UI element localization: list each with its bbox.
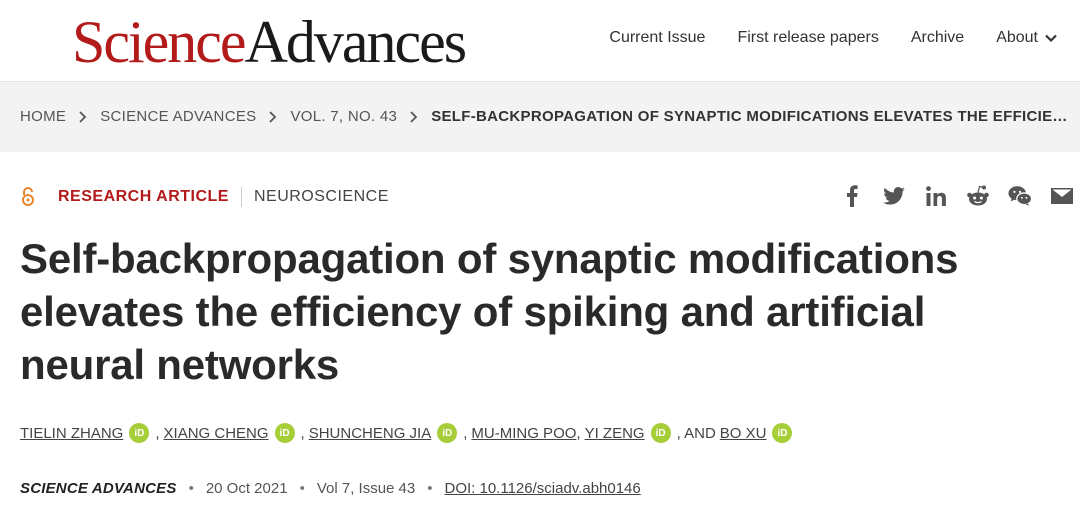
main-nav: Current Issue First release papers Archi… — [609, 29, 1058, 47]
article-subject[interactable]: NEUROSCIENCE — [254, 188, 389, 206]
author-separator: , — [463, 424, 468, 442]
author-name[interactable]: YI ZENG — [585, 425, 645, 442]
meta-separator: • — [188, 480, 194, 497]
author-name[interactable]: BO XU — [720, 425, 767, 442]
nav-about[interactable]: About — [996, 29, 1058, 47]
author-separator: , — [576, 424, 581, 442]
author-name[interactable]: TIELIN ZHANG — [20, 425, 123, 442]
nav-archive[interactable]: Archive — [911, 29, 964, 47]
author-separator: , AND — [676, 424, 716, 442]
orcid-icon[interactable]: iD — [650, 423, 671, 443]
facebook-icon[interactable] — [840, 184, 864, 208]
chevron-right-icon — [78, 110, 88, 123]
article-title: Self-backpropagation of synaptic modific… — [20, 235, 959, 388]
meta-separator: • — [299, 480, 305, 497]
linkedin-icon[interactable] — [924, 184, 948, 208]
breadcrumb-science-advances[interactable]: SCIENCE ADVANCES — [100, 108, 256, 125]
chevron-down-icon — [1045, 34, 1057, 43]
author-separator: , — [155, 424, 160, 442]
twitter-icon[interactable] — [882, 184, 906, 208]
publication-date: 20 Oct 2021 — [205, 480, 288, 497]
site-header: ScienceAdvances Current Issue First rele… — [0, 0, 1080, 82]
author-list: TIELIN ZHANG iD , XIANG CHENG iD , SHUNC… — [20, 423, 798, 443]
open-access-icon — [22, 187, 34, 206]
nav-current-issue[interactable]: Current Issue — [609, 29, 705, 47]
nav-about-label: About — [996, 29, 1038, 46]
author-name[interactable]: XIANG CHENG — [164, 425, 269, 442]
orcid-icon[interactable]: iD — [129, 423, 150, 443]
share-toolbar — [840, 184, 1074, 208]
author-name[interactable]: MU-MING POO — [471, 425, 576, 442]
email-icon[interactable] — [1050, 184, 1074, 208]
reddit-icon[interactable] — [966, 184, 990, 208]
article-type-row: RESEARCH ARTICLE NEUROSCIENCE — [20, 186, 389, 208]
doi-link[interactable]: DOI: 10.1126/sciadv.abh0146 — [445, 480, 641, 497]
meta-separator: • — [427, 480, 433, 497]
author-name[interactable]: SHUNCHENG JIA — [309, 425, 432, 442]
author-separator: , — [300, 424, 305, 442]
article-type-label[interactable]: RESEARCH ARTICLE — [58, 188, 229, 206]
journal-name[interactable]: Science Advances — [20, 480, 177, 497]
volume-issue: Vol 7, Issue 43 — [316, 480, 416, 497]
orcid-icon[interactable]: iD — [772, 423, 793, 443]
breadcrumb: HOME SCIENCE ADVANCES VOL. 7, NO. 43 SEL… — [20, 108, 1075, 125]
breadcrumb-home[interactable]: HOME — [20, 108, 66, 125]
wechat-icon[interactable] — [1008, 184, 1032, 208]
breadcrumb-bar: HOME SCIENCE ADVANCES VOL. 7, NO. 43 SEL… — [0, 82, 1080, 152]
chevron-right-icon — [268, 110, 278, 123]
orcid-icon[interactable]: iD — [437, 423, 458, 443]
science-advances-logo[interactable]: ScienceAdvances — [72, 9, 468, 75]
chevron-right-icon — [409, 110, 419, 123]
logo-part-advances: Advances — [244, 9, 468, 75]
article-meta: Science Advances • 20 Oct 2021 • Vol 7, … — [20, 480, 641, 497]
nav-first-release-papers[interactable]: First release papers — [737, 29, 878, 47]
logo-part-science: Science — [72, 9, 247, 75]
breadcrumb-current-article: SELF-BACKPROPAGATION OF SYNAPTIC MODIFIC… — [431, 108, 1075, 125]
breadcrumb-volume[interactable]: VOL. 7, NO. 43 — [290, 108, 397, 125]
divider — [240, 187, 242, 207]
orcid-icon[interactable]: iD — [274, 423, 295, 443]
